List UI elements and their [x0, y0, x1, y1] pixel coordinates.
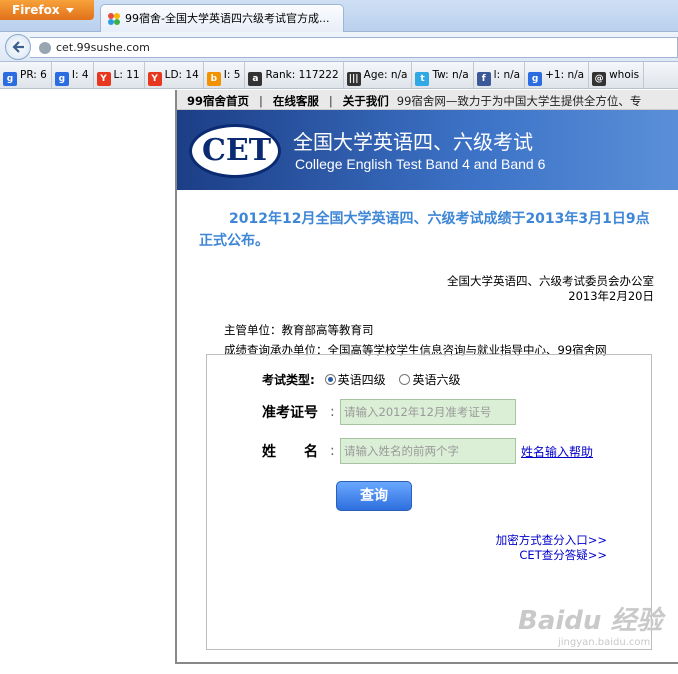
- signature-date: 2013年2月20日: [568, 289, 654, 303]
- watermark-main: Baidu 经验: [518, 606, 663, 636]
- google-icon: g: [54, 72, 69, 86]
- seo-item[interactable]: t Tw: n/a: [412, 62, 474, 88]
- top-navigation: 99宿舍首页 | 在线客服 | 关于我们 99宿舍网—致力于为中国大学生提供全方位、专: [177, 90, 678, 110]
- cet-logo-text: CET: [202, 133, 272, 168]
- seo-item-label: l: n/a: [493, 69, 521, 81]
- watermark-sub: jingyan.baidu.com: [558, 637, 651, 648]
- archive-icon: |||: [346, 72, 361, 86]
- seo-item-label: Tw: n/a: [432, 69, 469, 81]
- ticket-number-input[interactable]: 请输入2012年12月准考证号: [340, 399, 516, 425]
- ticket-row: 准考证号: 请输入2012年12月准考证号: [262, 399, 516, 425]
- seo-toolbar: g PR: 6 g I: 4 Y L: 11 Y LD: 14 b I: 5 a Rank: 1172…: [0, 62, 678, 89]
- nav-about-link[interactable]: 关于我们: [343, 94, 389, 108]
- web-page: 99宿舍首页 | 在线客服 | 关于我们 99宿舍网—致力于为中国大学生提供全方位、专 C…: [175, 90, 678, 664]
- radio-selected-icon[interactable]: [324, 374, 336, 385]
- chevron-down-icon: [65, 8, 74, 13]
- radio-cet6-label: 英语六级: [412, 373, 461, 387]
- firefox-menu-button[interactable]: Firefox: [0, 0, 94, 20]
- form-links: 加密方式查分入口>> CET查分答疑>>: [496, 533, 607, 563]
- nav-service-link[interactable]: 在线客服: [273, 94, 319, 108]
- seo-item[interactable]: b I: 5: [204, 62, 246, 88]
- twitter-icon: t: [415, 72, 430, 86]
- bing-icon: b: [206, 72, 221, 86]
- radio-cet6[interactable]: 英语六级: [399, 373, 461, 387]
- name-help-link[interactable]: 姓名输入帮助: [521, 445, 593, 459]
- seo-item[interactable]: a Rank: 117222: [245, 62, 344, 88]
- baidu-watermark: Baidu 经验 jingyan.baidu.com: [518, 600, 678, 660]
- nav-separator: |: [259, 94, 263, 108]
- google-plus-icon: g: [528, 72, 543, 86]
- cet-banner: CET 全国大学英语四、六级考试 College English Test Ba…: [177, 110, 678, 190]
- encrypted-query-link[interactable]: 加密方式查分入口>>: [496, 533, 607, 548]
- supervisor-text: 主管单位：教育部高等教育司: [224, 323, 374, 337]
- seo-item-label: I: 4: [71, 69, 89, 81]
- seo-item[interactable]: ||| Age: n/a: [344, 62, 413, 88]
- back-button[interactable]: [5, 34, 31, 60]
- seo-item-label: LD: 14: [164, 69, 199, 81]
- name-input[interactable]: 请输入姓名的前两个字: [340, 438, 516, 464]
- seo-item[interactable]: Y LD: 14: [145, 62, 204, 88]
- seo-item-label: +1: n/a: [545, 69, 585, 81]
- seo-item[interactable]: g +1: n/a: [525, 62, 590, 88]
- ticket-label: 准考证号: [262, 405, 318, 421]
- signature: 全国大学英语四、六级考试委员会办公室 2013年2月20日: [177, 274, 654, 304]
- query-button[interactable]: 查询: [336, 481, 412, 511]
- seo-item[interactable]: Y L: 11: [94, 62, 145, 88]
- globe-icon: [39, 42, 51, 54]
- nav-bar: cet.99sushe.com: [0, 32, 678, 62]
- url-text: cet.99sushe.com: [56, 41, 150, 54]
- name-colon: :: [330, 443, 335, 459]
- announcement: 2012年12月全国大学英语四、六级考试成绩于2013年3月1日9点正式公布。: [199, 211, 650, 249]
- signature-office: 全国大学英语四、六级考试委员会办公室: [447, 274, 654, 288]
- radio-unselected-icon[interactable]: [399, 374, 411, 385]
- seo-item[interactable]: g I: 4: [52, 62, 94, 88]
- cet-logo: CET: [189, 124, 281, 178]
- ticket-colon: :: [330, 404, 335, 420]
- seo-item-label: Age: n/a: [363, 69, 408, 81]
- tab-title: 99宿舍-全国大学英语四六级考试官方成...: [125, 12, 330, 25]
- facebook-icon: f: [476, 72, 491, 86]
- seo-item[interactable]: f l: n/a: [474, 62, 526, 88]
- seo-item-label: PR: 6: [20, 69, 47, 81]
- tab-bar: Firefox 99宿舍-全国大学英语四六级考试官方成...: [0, 0, 678, 32]
- back-arrow-icon: [12, 41, 24, 53]
- name-label: 姓 名: [262, 444, 318, 460]
- yahoo-icon: Y: [96, 72, 111, 86]
- radio-cet4-label: 英语四级: [337, 373, 386, 387]
- exam-type-row: 考试类型: 英语四级 英语六级: [262, 371, 471, 388]
- banner-subtitle: College English Test Band 4 and Band 6: [295, 156, 546, 172]
- browser-tab[interactable]: 99宿舍-全国大学英语四六级考试官方成...: [100, 4, 344, 32]
- seo-item[interactable]: g PR: 6: [0, 62, 52, 88]
- seo-item[interactable]: @ whois: [589, 62, 645, 88]
- favicon-icon: [108, 13, 120, 25]
- seo-item-label: L: 11: [113, 69, 140, 81]
- radio-cet4[interactable]: 英语四级: [324, 373, 386, 387]
- whois-icon: @: [592, 72, 607, 86]
- google-icon: g: [3, 72, 17, 86]
- site-slogan: 99宿舍网—致力于为中国大学生提供全方位、专: [396, 94, 642, 108]
- seo-item-label: I: 5: [223, 69, 241, 81]
- yahoo-icon: Y: [147, 72, 162, 86]
- firefox-menu-label: Firefox: [12, 3, 60, 17]
- alexa-icon: a: [248, 72, 263, 86]
- banner-title: 全国大学英语四、六级考试: [293, 130, 533, 154]
- seo-item-label: whois: [609, 69, 640, 81]
- nav-separator: |: [328, 94, 333, 108]
- seo-item-label: Rank: 117222: [265, 69, 339, 81]
- name-row: 姓 名: 请输入姓名的前两个字 姓名输入帮助: [262, 438, 593, 464]
- url-bar[interactable]: cet.99sushe.com: [30, 37, 678, 58]
- cet-faq-link[interactable]: CET查分答疑>>: [496, 548, 607, 563]
- nav-home-link[interactable]: 99宿舍首页: [187, 94, 249, 108]
- exam-type-label: 考试类型:: [262, 373, 315, 387]
